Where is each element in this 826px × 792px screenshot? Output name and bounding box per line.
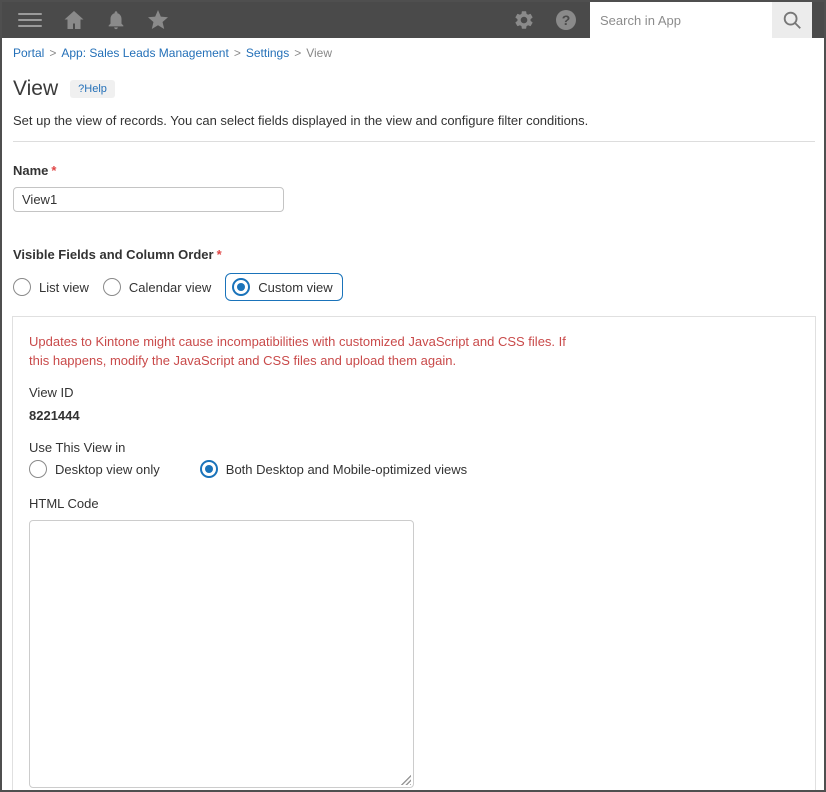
html-code-textarea[interactable]: [29, 520, 414, 788]
radio-desktop-only[interactable]: Desktop view only: [29, 460, 160, 478]
breadcrumb-settings[interactable]: Settings: [246, 46, 289, 60]
radio-list-view[interactable]: List view: [13, 278, 89, 296]
radio-list-view-label: List view: [39, 279, 89, 295]
page-title: View: [13, 77, 59, 100]
breadcrumb-app[interactable]: App: Sales Leads Management: [61, 46, 228, 60]
notifications-bell-icon[interactable]: [98, 2, 134, 38]
required-asterisk: *: [216, 247, 222, 262]
home-icon[interactable]: [56, 2, 92, 38]
use-view-in-label: Use This View in: [29, 440, 126, 455]
radio-both-desktop-mobile[interactable]: Both Desktop and Mobile-optimized views: [199, 460, 468, 478]
breadcrumb-portal[interactable]: Portal: [13, 46, 44, 60]
radio-custom-view-label: Custom view: [258, 279, 333, 295]
view-type-label: Visible Fields and Column Order: [13, 247, 214, 262]
search-magnifier-icon: [783, 11, 801, 29]
breadcrumb-separator: >: [294, 46, 302, 60]
view-id-label: View ID: [29, 385, 74, 400]
name-field-label: Name: [13, 163, 49, 178]
radio-circle-icon: [13, 278, 31, 296]
required-asterisk: *: [51, 163, 57, 178]
radio-custom-view[interactable]: Custom view: [225, 273, 343, 301]
breadcrumb-separator: >: [49, 46, 57, 60]
favorites-star-icon[interactable]: [140, 2, 176, 38]
use-view-radio-group: Desktop view only Both Desktop and Mobil…: [29, 460, 815, 478]
radio-calendar-view-label: Calendar view: [128, 279, 212, 295]
view-id-value: 8221444: [29, 408, 80, 423]
radio-desktop-only-label: Desktop view only: [55, 461, 160, 477]
html-code-label: HTML Code: [29, 496, 99, 511]
breadcrumb: Portal > App: Sales Leads Management > Setti…: [2, 38, 824, 67]
radio-both-desktop-mobile-label: Both Desktop and Mobile-optimized views: [225, 461, 468, 477]
radio-circle-icon: [232, 278, 251, 296]
hamburger-menu-icon[interactable]: [12, 2, 48, 38]
radio-circle-icon: [29, 460, 47, 478]
help-icon[interactable]: ?: [548, 2, 584, 38]
top-navigation-bar: ?: [2, 2, 824, 38]
search-input[interactable]: [590, 2, 772, 38]
app-window: ? Portal > App: Sales Leads Management > Set…: [0, 0, 826, 792]
help-link[interactable]: ?Help: [70, 80, 115, 98]
radio-circle-icon: [102, 278, 121, 296]
custom-view-settings-box: Updates to Kintone might cause incompati…: [12, 316, 816, 790]
app-search: [590, 2, 812, 38]
radio-circle-icon: [199, 460, 218, 478]
page-description: Set up the view of records. You can sele…: [13, 113, 589, 128]
breadcrumb-current-view: View: [306, 46, 333, 60]
view-name-input[interactable]: [13, 187, 284, 212]
customization-warning-text: Updates to Kintone might cause incompati…: [29, 334, 566, 368]
radio-calendar-view[interactable]: Calendar view: [102, 278, 212, 296]
breadcrumb-separator: >: [233, 46, 241, 60]
settings-gear-icon[interactable]: [506, 2, 542, 38]
question-mark-glyph: ?: [556, 10, 576, 30]
view-type-radio-group: List view Calendar view Custom view: [13, 273, 824, 301]
search-button[interactable]: [772, 2, 812, 38]
